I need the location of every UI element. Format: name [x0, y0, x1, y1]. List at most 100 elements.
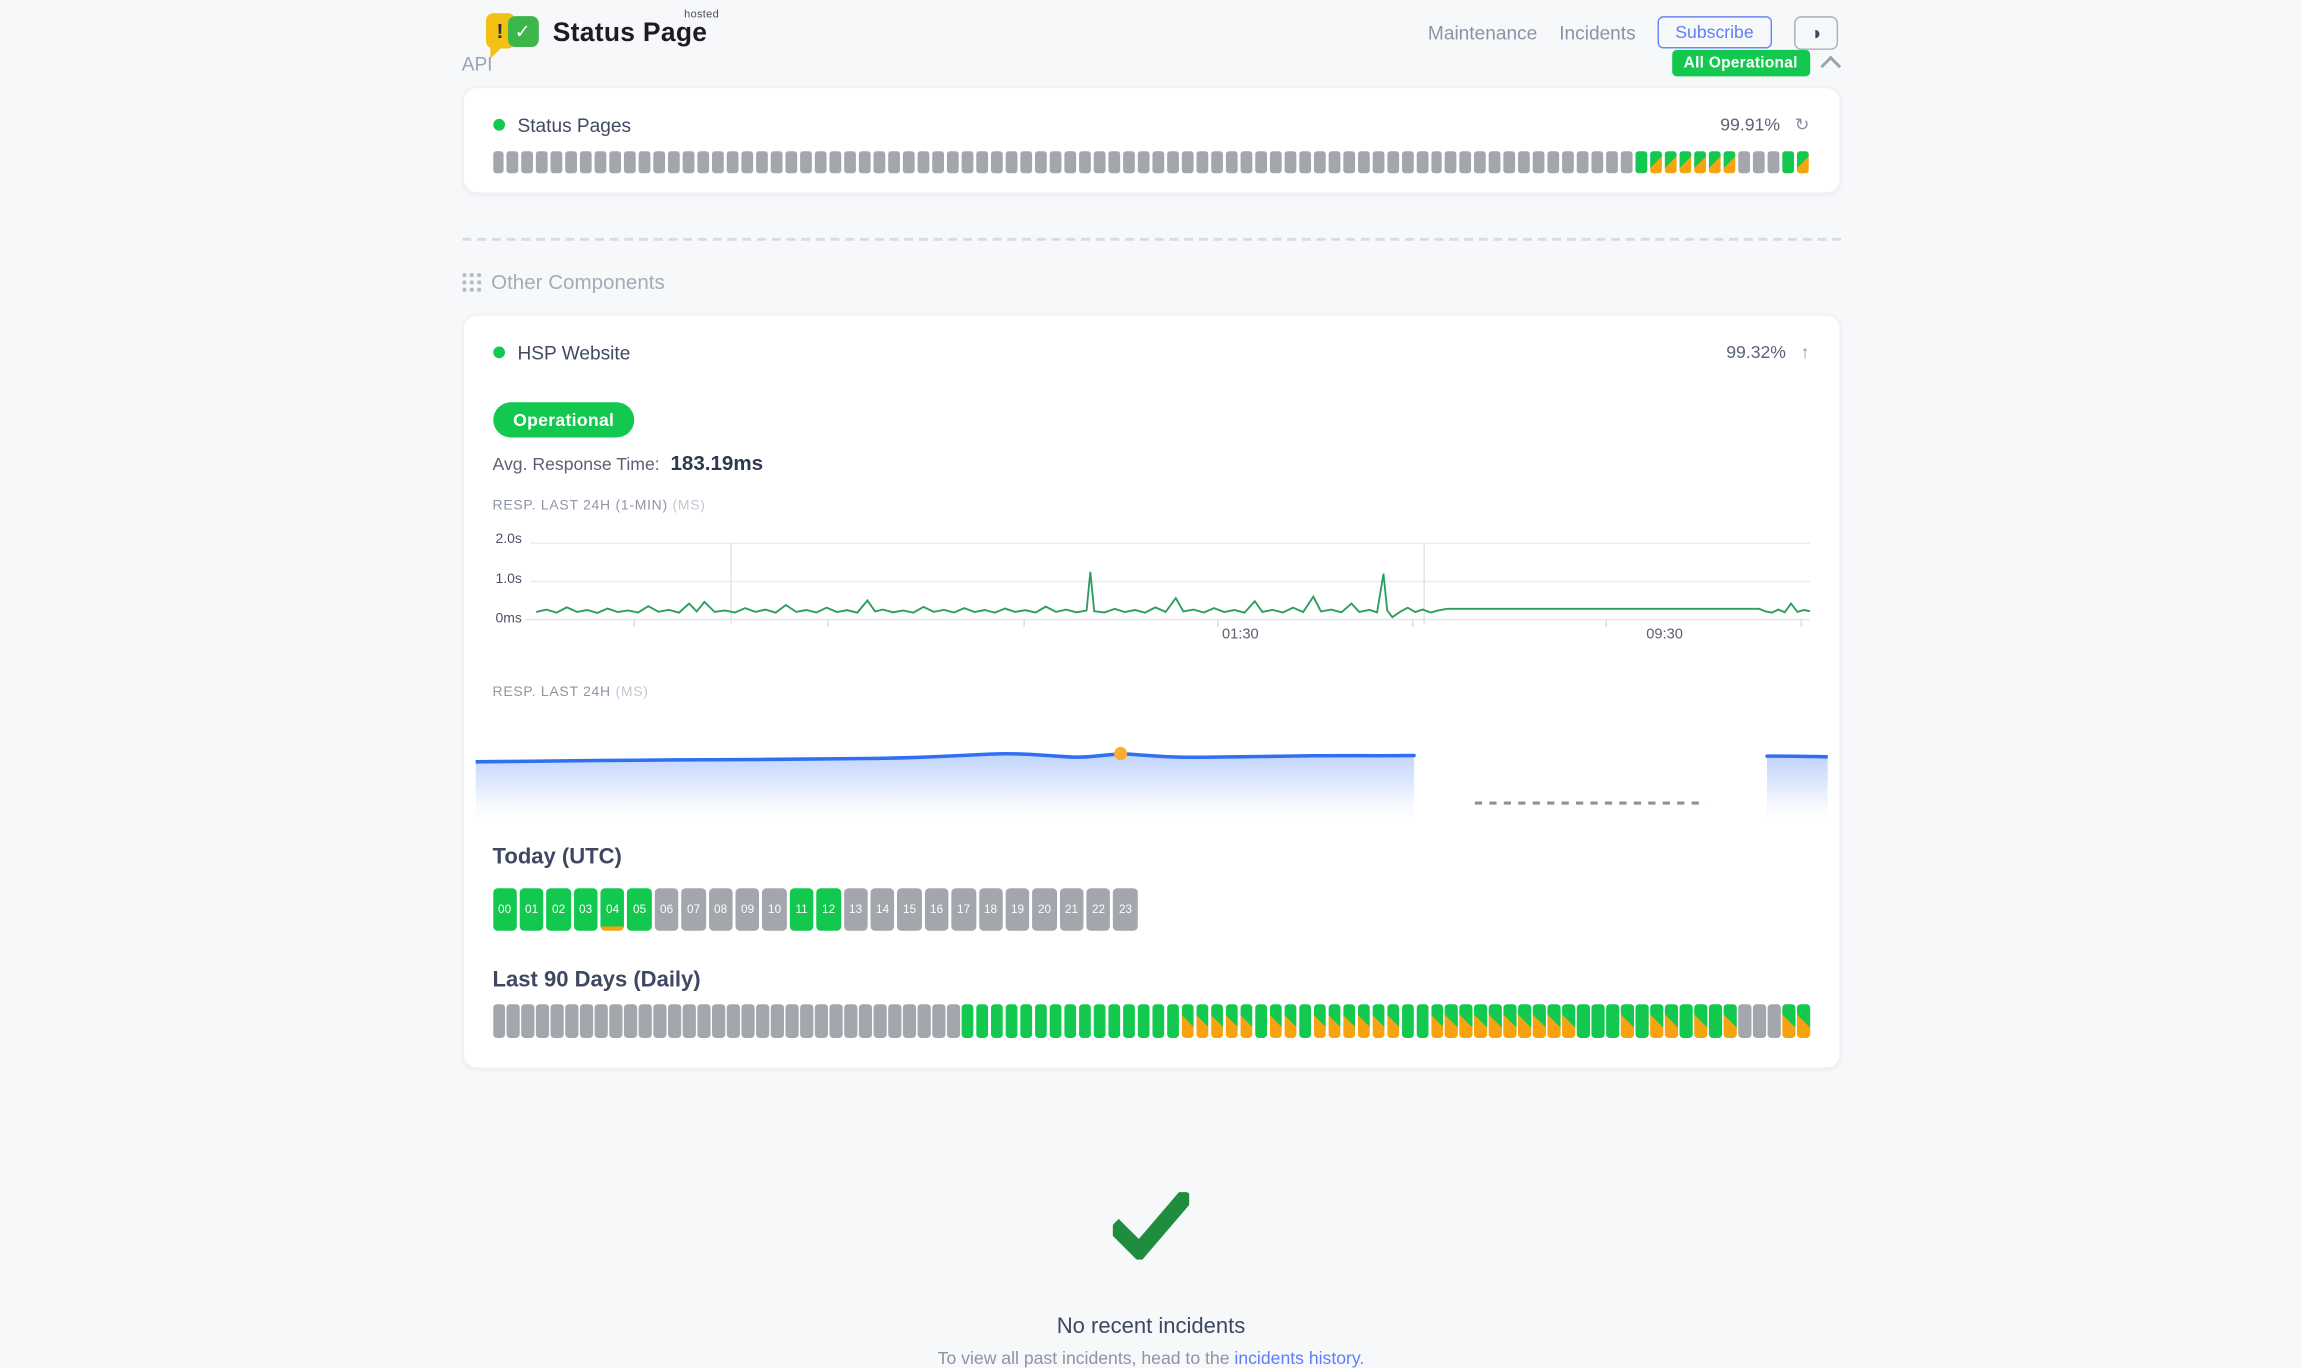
uptime-bar[interactable] [1563, 1004, 1575, 1038]
uptime-bar[interactable] [624, 151, 636, 173]
uptime-bar[interactable] [1489, 151, 1501, 173]
hour-block-17[interactable]: 17 [952, 888, 976, 931]
uptime-bar[interactable] [654, 1004, 666, 1038]
refresh-icon[interactable]: ↻ [1795, 115, 1810, 136]
uptime-bar[interactable] [551, 151, 563, 173]
uptime-bar[interactable] [1519, 1004, 1531, 1038]
uptime-bar[interactable] [698, 151, 710, 173]
uptime-bar[interactable] [727, 151, 739, 173]
hour-block-02[interactable]: 02 [547, 888, 571, 931]
uptime-bar[interactable] [537, 1004, 549, 1038]
hour-block-08[interactable]: 08 [709, 888, 733, 931]
uptime-bar[interactable] [962, 1004, 974, 1038]
uptime-bar[interactable] [1255, 151, 1267, 173]
hour-block-21[interactable]: 21 [1060, 888, 1084, 931]
hour-block-09[interactable]: 09 [736, 888, 760, 931]
uptime-bar[interactable] [991, 151, 1003, 173]
uptime-bar[interactable] [1181, 1004, 1193, 1038]
uptime-bar[interactable] [1782, 151, 1794, 173]
uptime-bar[interactable] [507, 1004, 519, 1038]
uptime-bar[interactable] [1577, 151, 1589, 173]
uptime-bar[interactable] [1372, 151, 1384, 173]
uptime-bar[interactable] [1284, 1004, 1296, 1038]
uptime-bar[interactable] [624, 1004, 636, 1038]
uptime-bar[interactable] [1196, 151, 1208, 173]
uptime-bar[interactable] [493, 1004, 505, 1038]
uptime-bar[interactable] [1020, 151, 1032, 173]
uptime-bar[interactable] [903, 151, 915, 173]
uptime-bar[interactable] [1680, 1004, 1692, 1038]
uptime-bar[interactable] [1636, 1004, 1648, 1038]
uptime-bar[interactable] [1357, 1004, 1369, 1038]
hour-block-01[interactable]: 01 [520, 888, 544, 931]
uptime-bar[interactable] [1079, 1004, 1091, 1038]
uptime-bar[interactable] [1401, 1004, 1413, 1038]
uptime-bar[interactable] [800, 151, 812, 173]
uptime-bar[interactable] [1592, 1004, 1604, 1038]
uptime-bar[interactable] [1343, 1004, 1355, 1038]
uptime-bar[interactable] [1651, 151, 1663, 173]
uptime-bar[interactable] [962, 151, 974, 173]
uptime-bar[interactable] [1665, 151, 1677, 173]
uptime-bar[interactable] [830, 151, 842, 173]
uptime-bar[interactable] [1240, 151, 1252, 173]
uptime-bar[interactable] [1489, 1004, 1501, 1038]
uptime-bar[interactable] [668, 1004, 680, 1038]
uptime-bar[interactable] [566, 151, 578, 173]
uptime-bar[interactable] [1460, 151, 1472, 173]
incidents-history-link[interactable]: incidents history. [1234, 1348, 1364, 1368]
uptime-bar[interactable] [537, 151, 549, 173]
uptime-bar[interactable] [1211, 151, 1223, 173]
uptime-bar[interactable] [1445, 151, 1457, 173]
uptime-bar[interactable] [742, 1004, 754, 1038]
uptime-bar[interactable] [786, 1004, 798, 1038]
uptime-bar[interactable] [1387, 151, 1399, 173]
uptime-bar[interactable] [1431, 151, 1443, 173]
uptime-bar[interactable] [1313, 1004, 1325, 1038]
uptime-bar[interactable] [1006, 1004, 1018, 1038]
uptime-bar[interactable] [581, 151, 593, 173]
uptime-bar[interactable] [756, 151, 768, 173]
uptime-bar[interactable] [844, 1004, 856, 1038]
uptime-bar[interactable] [639, 1004, 651, 1038]
uptime-bar[interactable] [1607, 1004, 1619, 1038]
uptime-bar[interactable] [1138, 1004, 1150, 1038]
uptime-bar[interactable] [1680, 151, 1692, 173]
uptime-bar[interactable] [522, 151, 534, 173]
nav-maintenance[interactable]: Maintenance [1428, 21, 1537, 43]
hour-block-14[interactable]: 14 [871, 888, 895, 931]
uptime-bar[interactable] [1768, 1004, 1780, 1038]
uptime-bar[interactable] [1475, 151, 1487, 173]
uptime-bar[interactable] [1504, 1004, 1516, 1038]
subscribe-button[interactable]: Subscribe [1658, 16, 1772, 48]
uptime-bar[interactable] [712, 1004, 724, 1038]
uptime-bar[interactable] [1196, 1004, 1208, 1038]
uptime-bar[interactable] [1533, 1004, 1545, 1038]
uptime-bar[interactable] [1094, 151, 1106, 173]
uptime-bar[interactable] [712, 151, 724, 173]
uptime-bar[interactable] [1665, 1004, 1677, 1038]
uptime-bar[interactable] [800, 1004, 812, 1038]
response-time-line-chart[interactable]: 2.0s1.0s0ms01:3009:30 [493, 526, 1810, 649]
uptime-bar[interactable] [1709, 151, 1721, 173]
uptime-bar[interactable] [522, 1004, 534, 1038]
uptime-bar[interactable] [1123, 1004, 1135, 1038]
uptime-bar[interactable] [566, 1004, 578, 1038]
hour-block-20[interactable]: 20 [1033, 888, 1057, 931]
uptime-bar[interactable] [1108, 151, 1120, 173]
uptime-bar[interactable] [507, 151, 519, 173]
uptime-bar[interactable] [1050, 1004, 1062, 1038]
uptime-bar[interactable] [1108, 1004, 1120, 1038]
uptime-bar[interactable] [859, 1004, 871, 1038]
uptime-bar[interactable] [1739, 151, 1751, 173]
uptime-bar[interactable] [1548, 1004, 1560, 1038]
uptime-bar[interactable] [1695, 1004, 1707, 1038]
uptime-bar[interactable] [1416, 1004, 1428, 1038]
uptime-bar[interactable] [1548, 151, 1560, 173]
uptime-bar[interactable] [1152, 151, 1164, 173]
uptime-bar[interactable] [1123, 151, 1135, 173]
uptime-bar[interactable] [1445, 1004, 1457, 1038]
uptime-bar[interactable] [1181, 151, 1193, 173]
hour-block-13[interactable]: 13 [844, 888, 868, 931]
hour-block-18[interactable]: 18 [979, 888, 1003, 931]
